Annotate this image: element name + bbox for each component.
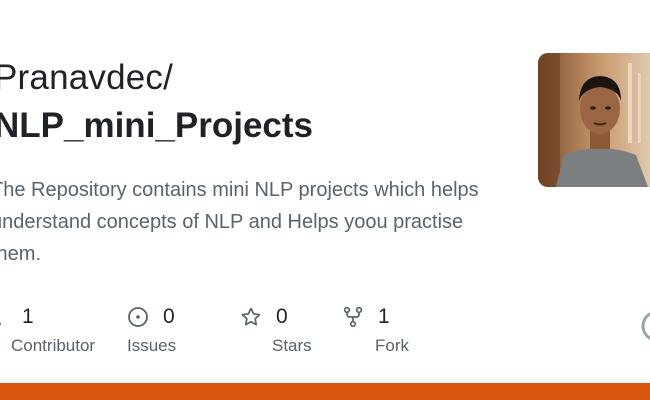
star-icon bbox=[240, 306, 262, 328]
issue-count: 0 bbox=[163, 305, 175, 328]
repo-name[interactable]: NLP_mini_Projects bbox=[0, 106, 313, 146]
github-logo-icon bbox=[640, 309, 650, 343]
owner-avatar[interactable] bbox=[538, 53, 650, 187]
repo-stats: 1 Contributor 0 Issues 0 Stars 1 Fork bbox=[0, 304, 650, 364]
star-count: 0 bbox=[276, 305, 288, 328]
stat-contributors[interactable]: 1 Contributor bbox=[0, 304, 95, 356]
repo-owner[interactable]: Pranavdec/ bbox=[0, 58, 173, 98]
stat-forks[interactable]: 1 Fork bbox=[342, 304, 409, 356]
fork-count: 1 bbox=[378, 305, 390, 328]
stat-stars[interactable]: 0 Stars bbox=[240, 304, 312, 356]
bottom-accent-bar bbox=[0, 383, 650, 400]
stat-issues[interactable]: 0 Issues bbox=[127, 304, 176, 356]
people-icon bbox=[0, 306, 8, 328]
fork-label: Fork bbox=[375, 336, 409, 355]
contributor-count: 1 bbox=[22, 305, 34, 328]
contributor-label: Contributor bbox=[11, 336, 96, 355]
issue-icon bbox=[127, 306, 149, 328]
repo-description: The Repository contains mini NLP project… bbox=[0, 179, 479, 265]
issue-label: Issues bbox=[127, 336, 177, 355]
star-label: Stars bbox=[272, 336, 312, 355]
fork-icon bbox=[342, 306, 364, 328]
